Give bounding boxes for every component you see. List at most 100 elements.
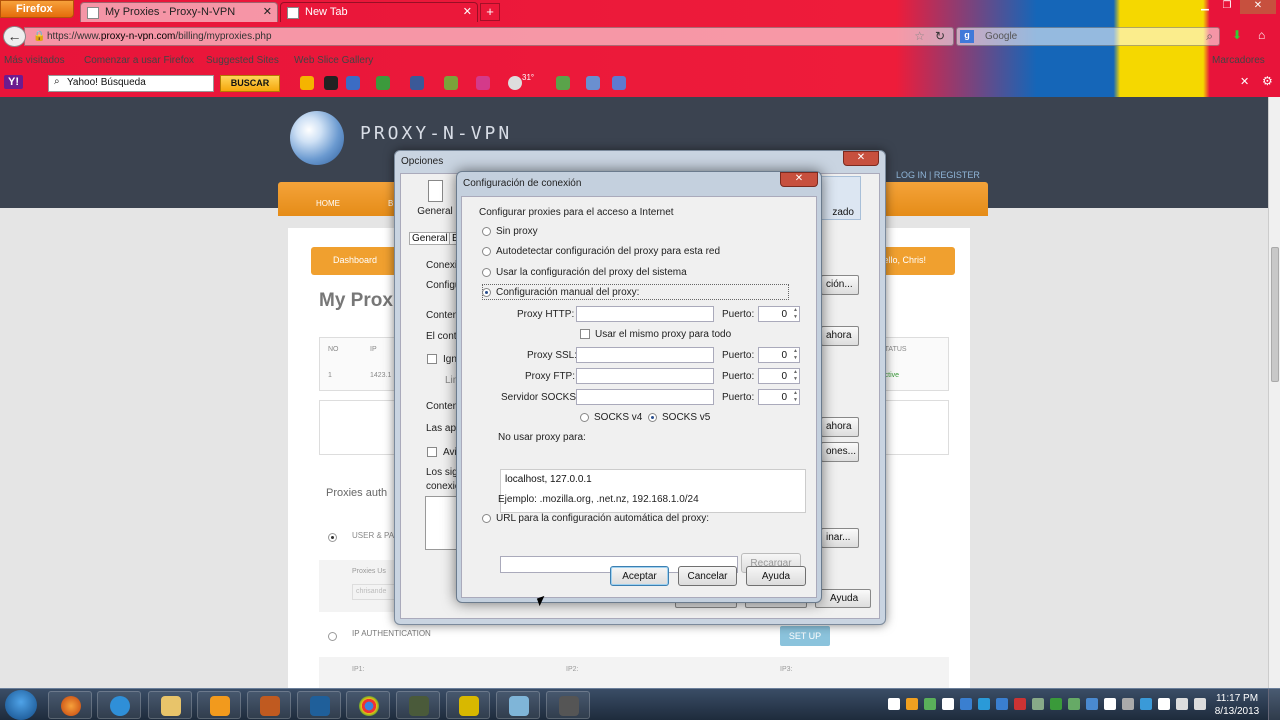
google-icon[interactable]: g bbox=[960, 30, 974, 43]
maximize-icon[interactable]: ❐ bbox=[1218, 0, 1236, 14]
settings-button[interactable]: ción... bbox=[821, 275, 859, 295]
start-button[interactable] bbox=[5, 690, 37, 720]
close-tab-icon[interactable]: ✕ bbox=[263, 5, 272, 18]
no-proxy-radio[interactable] bbox=[482, 227, 491, 236]
clear-now-button[interactable]: ahora bbox=[821, 326, 859, 346]
http-proxy-input[interactable] bbox=[576, 306, 714, 322]
news-icon[interactable] bbox=[556, 76, 570, 90]
reload-icon[interactable]: ↻ bbox=[935, 29, 945, 43]
minimize-icon[interactable]: ▁ bbox=[1196, 0, 1214, 14]
yahoo-search-button[interactable]: BUSCAR bbox=[220, 75, 280, 92]
tab-my-proxies[interactable]: My Proxies - Proxy-N-VPN ✕ bbox=[80, 2, 278, 22]
manual-proxy-radio[interactable] bbox=[482, 288, 491, 297]
fireworks-taskbar-icon[interactable] bbox=[446, 691, 490, 719]
http-port-stepper[interactable]: 0 bbox=[758, 306, 800, 322]
new-tab-button[interactable]: + bbox=[480, 3, 500, 21]
firefox-menu-button[interactable]: Firefox bbox=[0, 0, 74, 18]
ftp-proxy-input[interactable] bbox=[576, 368, 714, 384]
app-taskbar-icon[interactable] bbox=[546, 691, 590, 719]
no-proxy-textarea[interactable]: localhost, 127.0.0.1 bbox=[500, 469, 806, 513]
toolbar-app-icon[interactable] bbox=[612, 76, 626, 90]
toolbar-app-icon[interactable] bbox=[586, 76, 600, 90]
tray-app-icon[interactable] bbox=[1140, 698, 1152, 710]
bookmark-suggested-sites[interactable]: Suggested Sites bbox=[206, 55, 279, 66]
tray-app-icon[interactable] bbox=[996, 698, 1008, 710]
flickr-icon[interactable] bbox=[476, 76, 490, 90]
app-taskbar-icon[interactable] bbox=[297, 691, 341, 719]
yahoo-search-input[interactable]: ⌕ Yahoo! Búsqueda bbox=[48, 75, 214, 92]
download-icon[interactable]: ⬇ bbox=[1232, 28, 1242, 42]
explorer-taskbar-icon[interactable] bbox=[148, 691, 192, 719]
tray-app-icon[interactable] bbox=[978, 698, 990, 710]
chrome-taskbar-icon[interactable] bbox=[346, 691, 390, 719]
search-icon[interactable]: ⌕ bbox=[1206, 29, 1213, 44]
toolbar-app-icon[interactable] bbox=[300, 76, 314, 90]
battery-icon[interactable] bbox=[1176, 698, 1188, 710]
tray-app-icon[interactable] bbox=[1122, 698, 1134, 710]
ip-auth-radio[interactable] bbox=[328, 632, 337, 641]
tray-app-icon[interactable] bbox=[906, 698, 918, 710]
subtab-general[interactable]: General bbox=[409, 232, 451, 245]
show-desktop-button[interactable] bbox=[1268, 689, 1280, 720]
dashboard-link[interactable]: Dashboard bbox=[333, 255, 377, 265]
app-taskbar-icon[interactable] bbox=[247, 691, 291, 719]
mail-icon[interactable] bbox=[346, 76, 360, 90]
games-icon[interactable] bbox=[376, 76, 390, 90]
login-register-link[interactable]: LOG IN | REGISTER bbox=[896, 170, 980, 180]
clear-now-button[interactable]: ahora bbox=[821, 417, 859, 437]
network-icon[interactable] bbox=[942, 698, 954, 710]
close-toolbar-icon[interactable]: ✕ bbox=[1240, 75, 1249, 88]
bluetooth-icon[interactable] bbox=[960, 698, 972, 710]
weather-icon[interactable] bbox=[508, 76, 522, 90]
tray-app-icon[interactable] bbox=[1086, 698, 1098, 710]
yahoo-logo-icon[interactable]: Y! bbox=[4, 75, 23, 89]
close-icon[interactable]: ✕ bbox=[780, 172, 818, 187]
close-icon[interactable]: ✕ bbox=[843, 151, 879, 166]
socks-port-stepper[interactable]: 0 bbox=[758, 389, 800, 405]
close-window-icon[interactable]: ✕ bbox=[1240, 0, 1276, 14]
bookmark-star-icon[interactable]: ☆ bbox=[914, 29, 925, 43]
page-scrollbar[interactable] bbox=[1268, 97, 1280, 688]
bookmarks-menu[interactable]: Marcadores bbox=[1212, 55, 1265, 66]
home-icon[interactable]: ⌂ bbox=[1258, 28, 1265, 42]
tab-new-tab[interactable]: New Tab ✕ bbox=[280, 2, 478, 22]
flag-icon[interactable] bbox=[888, 698, 900, 710]
settings-gear-icon[interactable]: ⚙ bbox=[1262, 74, 1273, 88]
tray-app-icon[interactable] bbox=[1104, 698, 1116, 710]
tray-app-icon[interactable] bbox=[1032, 698, 1044, 710]
socks-host-input[interactable] bbox=[576, 389, 714, 405]
remove-button[interactable]: inar... bbox=[821, 528, 859, 548]
checkbox[interactable] bbox=[427, 354, 437, 364]
media-player-taskbar-icon[interactable] bbox=[197, 691, 241, 719]
socks-v4-radio[interactable] bbox=[580, 413, 589, 422]
address-bar[interactable]: 🔒 https://www.proxy-n-vpn.com/billing/my… bbox=[24, 27, 954, 46]
user-pass-radio[interactable] bbox=[328, 533, 337, 542]
amazon-icon[interactable] bbox=[324, 76, 338, 90]
nav-item[interactable]: B bbox=[388, 199, 393, 208]
system-proxy-radio[interactable] bbox=[482, 268, 491, 277]
scrollbar-thumb[interactable] bbox=[1271, 247, 1279, 382]
checkbox[interactable] bbox=[427, 447, 437, 457]
tray-app-icon[interactable] bbox=[924, 698, 936, 710]
nav-home[interactable]: HOME bbox=[316, 199, 340, 208]
app-taskbar-icon[interactable] bbox=[396, 691, 440, 719]
firefox-taskbar-icon[interactable] bbox=[48, 691, 92, 719]
messenger-icon[interactable] bbox=[444, 76, 458, 90]
ssl-port-stepper[interactable]: 0 bbox=[758, 347, 800, 363]
clock[interactable]: 11:17 PM 8/13/2013 bbox=[1212, 692, 1262, 718]
tab-general[interactable]: General bbox=[415, 178, 455, 220]
bookmark-getting-started[interactable]: Comenzar a usar Firefox bbox=[84, 55, 194, 66]
ssl-proxy-input[interactable] bbox=[576, 347, 714, 363]
search-bar[interactable]: g Google ⌕ bbox=[956, 27, 1220, 46]
close-tab-icon[interactable]: ✕ bbox=[463, 5, 472, 18]
app-taskbar-icon[interactable] bbox=[496, 691, 540, 719]
facebook-icon[interactable] bbox=[410, 76, 424, 90]
cancel-button[interactable]: Cancelar bbox=[678, 566, 737, 586]
tray-app-icon[interactable] bbox=[1050, 698, 1062, 710]
help-button[interactable]: Ayuda bbox=[746, 566, 806, 586]
accept-button[interactable]: Aceptar bbox=[610, 566, 669, 586]
setup-button[interactable]: SET UP bbox=[780, 626, 830, 646]
ftp-port-stepper[interactable]: 0 bbox=[758, 368, 800, 384]
exceptions-button[interactable]: ones... bbox=[821, 442, 859, 462]
autodetect-proxy-radio[interactable] bbox=[482, 247, 491, 256]
